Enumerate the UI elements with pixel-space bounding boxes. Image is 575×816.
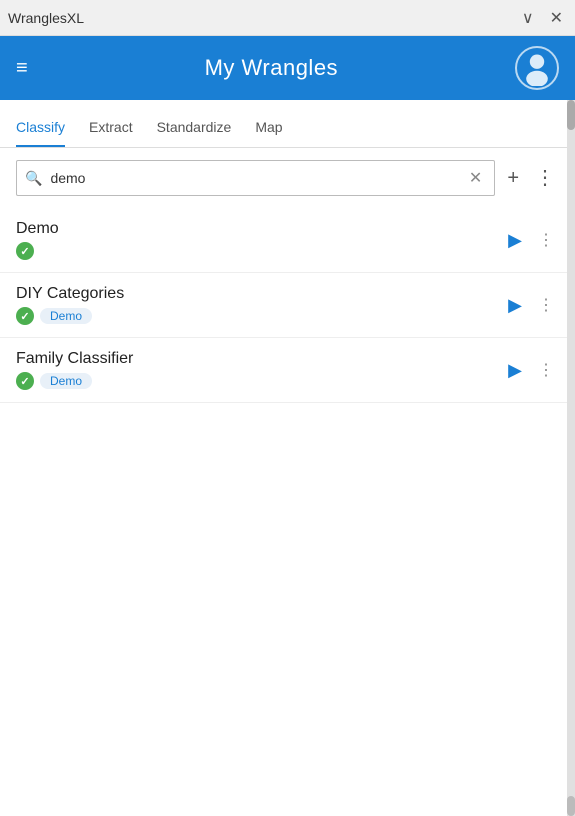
title-bar: WranglesXL ∨ ✕ [0, 0, 575, 36]
close-button[interactable]: ✕ [546, 6, 567, 30]
tabs: Classify Extract Standardize Map [0, 100, 575, 148]
wrangles-list: Demo ▶ ⋮ DIY Categories Demo ▶ ⋮ [0, 208, 575, 403]
scrollbar-thumb[interactable] [567, 100, 575, 130]
minimize-button[interactable]: ∨ [518, 6, 538, 30]
list-item: DIY Categories Demo ▶ ⋮ [0, 273, 575, 338]
item-meta [16, 242, 504, 260]
scrollbar[interactable] [567, 100, 575, 816]
play-button[interactable]: ▶ [504, 356, 526, 385]
list-item: Family Classifier Demo ▶ ⋮ [0, 338, 575, 403]
item-actions: ▶ ⋮ [504, 356, 559, 385]
item-tag: Demo [40, 308, 92, 324]
item-content: DIY Categories Demo [16, 285, 504, 325]
item-content: Family Classifier Demo [16, 350, 504, 390]
tab-map[interactable]: Map [255, 111, 282, 147]
window-title: WranglesXL [8, 10, 84, 26]
tab-standardize[interactable]: Standardize [157, 111, 232, 147]
item-meta: Demo [16, 372, 504, 390]
window-controls: ∨ ✕ [518, 6, 567, 30]
search-icon: 🔍 [25, 170, 42, 187]
search-input[interactable] [50, 170, 464, 186]
list-item: Demo ▶ ⋮ [0, 208, 575, 273]
hamburger-icon[interactable]: ≡ [16, 57, 28, 80]
item-title: Family Classifier [16, 350, 504, 368]
search-clear-button[interactable]: ✕ [465, 168, 486, 188]
header: ≡ My Wrangles [0, 36, 575, 100]
item-title: Demo [16, 220, 504, 238]
header-title: My Wrangles [205, 55, 338, 81]
status-check-icon [16, 307, 34, 325]
item-title: DIY Categories [16, 285, 504, 303]
more-options-button[interactable]: ⋮ [531, 164, 559, 192]
item-content: Demo [16, 220, 504, 260]
item-tag: Demo [40, 373, 92, 389]
item-actions: ▶ ⋮ [504, 226, 559, 255]
play-button[interactable]: ▶ [504, 291, 526, 320]
avatar[interactable] [515, 46, 559, 90]
status-check-icon [16, 242, 34, 260]
content-area: Classify Extract Standardize Map 🔍 ✕ + ⋮… [0, 100, 575, 816]
tab-classify[interactable]: Classify [16, 111, 65, 147]
scrollbar-thumb-bottom[interactable] [567, 796, 575, 816]
item-more-button[interactable]: ⋮ [534, 356, 559, 384]
search-wrapper: 🔍 ✕ [16, 160, 495, 196]
play-button[interactable]: ▶ [504, 226, 526, 255]
item-actions: ▶ ⋮ [504, 291, 559, 320]
item-more-button[interactable]: ⋮ [534, 291, 559, 319]
item-more-button[interactable]: ⋮ [534, 226, 559, 254]
add-button[interactable]: + [503, 164, 523, 192]
item-meta: Demo [16, 307, 504, 325]
tab-extract[interactable]: Extract [89, 111, 133, 147]
search-row: 🔍 ✕ + ⋮ [16, 160, 559, 196]
status-check-icon [16, 372, 34, 390]
